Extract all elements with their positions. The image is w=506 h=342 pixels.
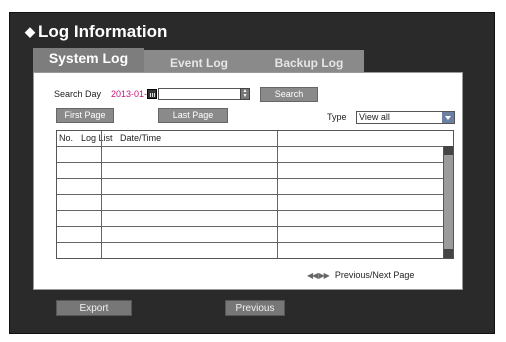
date-input-field[interactable] (158, 88, 248, 100)
column-header-date-time: Date/Time (120, 133, 162, 143)
search-button[interactable]: Search (260, 87, 318, 102)
table-row (57, 146, 443, 147)
type-label: Type (327, 112, 347, 122)
export-button[interactable]: Export (56, 300, 132, 316)
tab-system-log[interactable]: System Log (33, 48, 144, 72)
log-panel: Search Day 2013-01-01 ▲ ▼ Search First P… (33, 72, 463, 290)
table-row (57, 194, 443, 195)
prev-next-page[interactable]: ◀◀ ▶▶ Previous/Next Page (307, 270, 414, 280)
column-header-log-list: Log List (81, 133, 113, 143)
prev-next-label: Previous/Next Page (334, 270, 415, 280)
table-row (57, 178, 443, 179)
scroll-down-icon[interactable] (444, 249, 453, 258)
previous-button[interactable]: Previous (225, 300, 285, 316)
calendar-icon[interactable] (147, 89, 157, 99)
table-row (57, 242, 443, 243)
window-title: ◆ Log Information (25, 22, 167, 42)
tab-backup-log[interactable]: Backup Log (254, 50, 364, 72)
first-page-button[interactable]: First Page (56, 108, 114, 123)
spinner-down-icon[interactable]: ▼ (241, 94, 249, 99)
tab-event-log[interactable]: Event Log (144, 50, 254, 72)
log-table: No. Log List Date/Time (56, 130, 454, 259)
last-page-button[interactable]: Last Page (158, 108, 228, 123)
type-select[interactable]: View all (356, 111, 455, 124)
date-spinner[interactable]: ▲ ▼ (240, 88, 250, 100)
type-select-value: View all (359, 112, 390, 122)
window-title-text: Log Information (38, 22, 168, 41)
search-day-label: Search Day (54, 89, 102, 99)
table-row (57, 210, 443, 211)
diamond-icon: ◆ (25, 24, 35, 39)
column-header-no: No. (59, 133, 74, 143)
prev-next-arrows-icon[interactable]: ◀◀ ▶▶ (307, 271, 330, 280)
table-row (57, 226, 443, 227)
table-scrollbar[interactable] (443, 146, 453, 258)
scroll-up-icon[interactable] (444, 146, 453, 155)
chevron-down-icon[interactable] (442, 112, 454, 123)
table-row (57, 162, 443, 163)
